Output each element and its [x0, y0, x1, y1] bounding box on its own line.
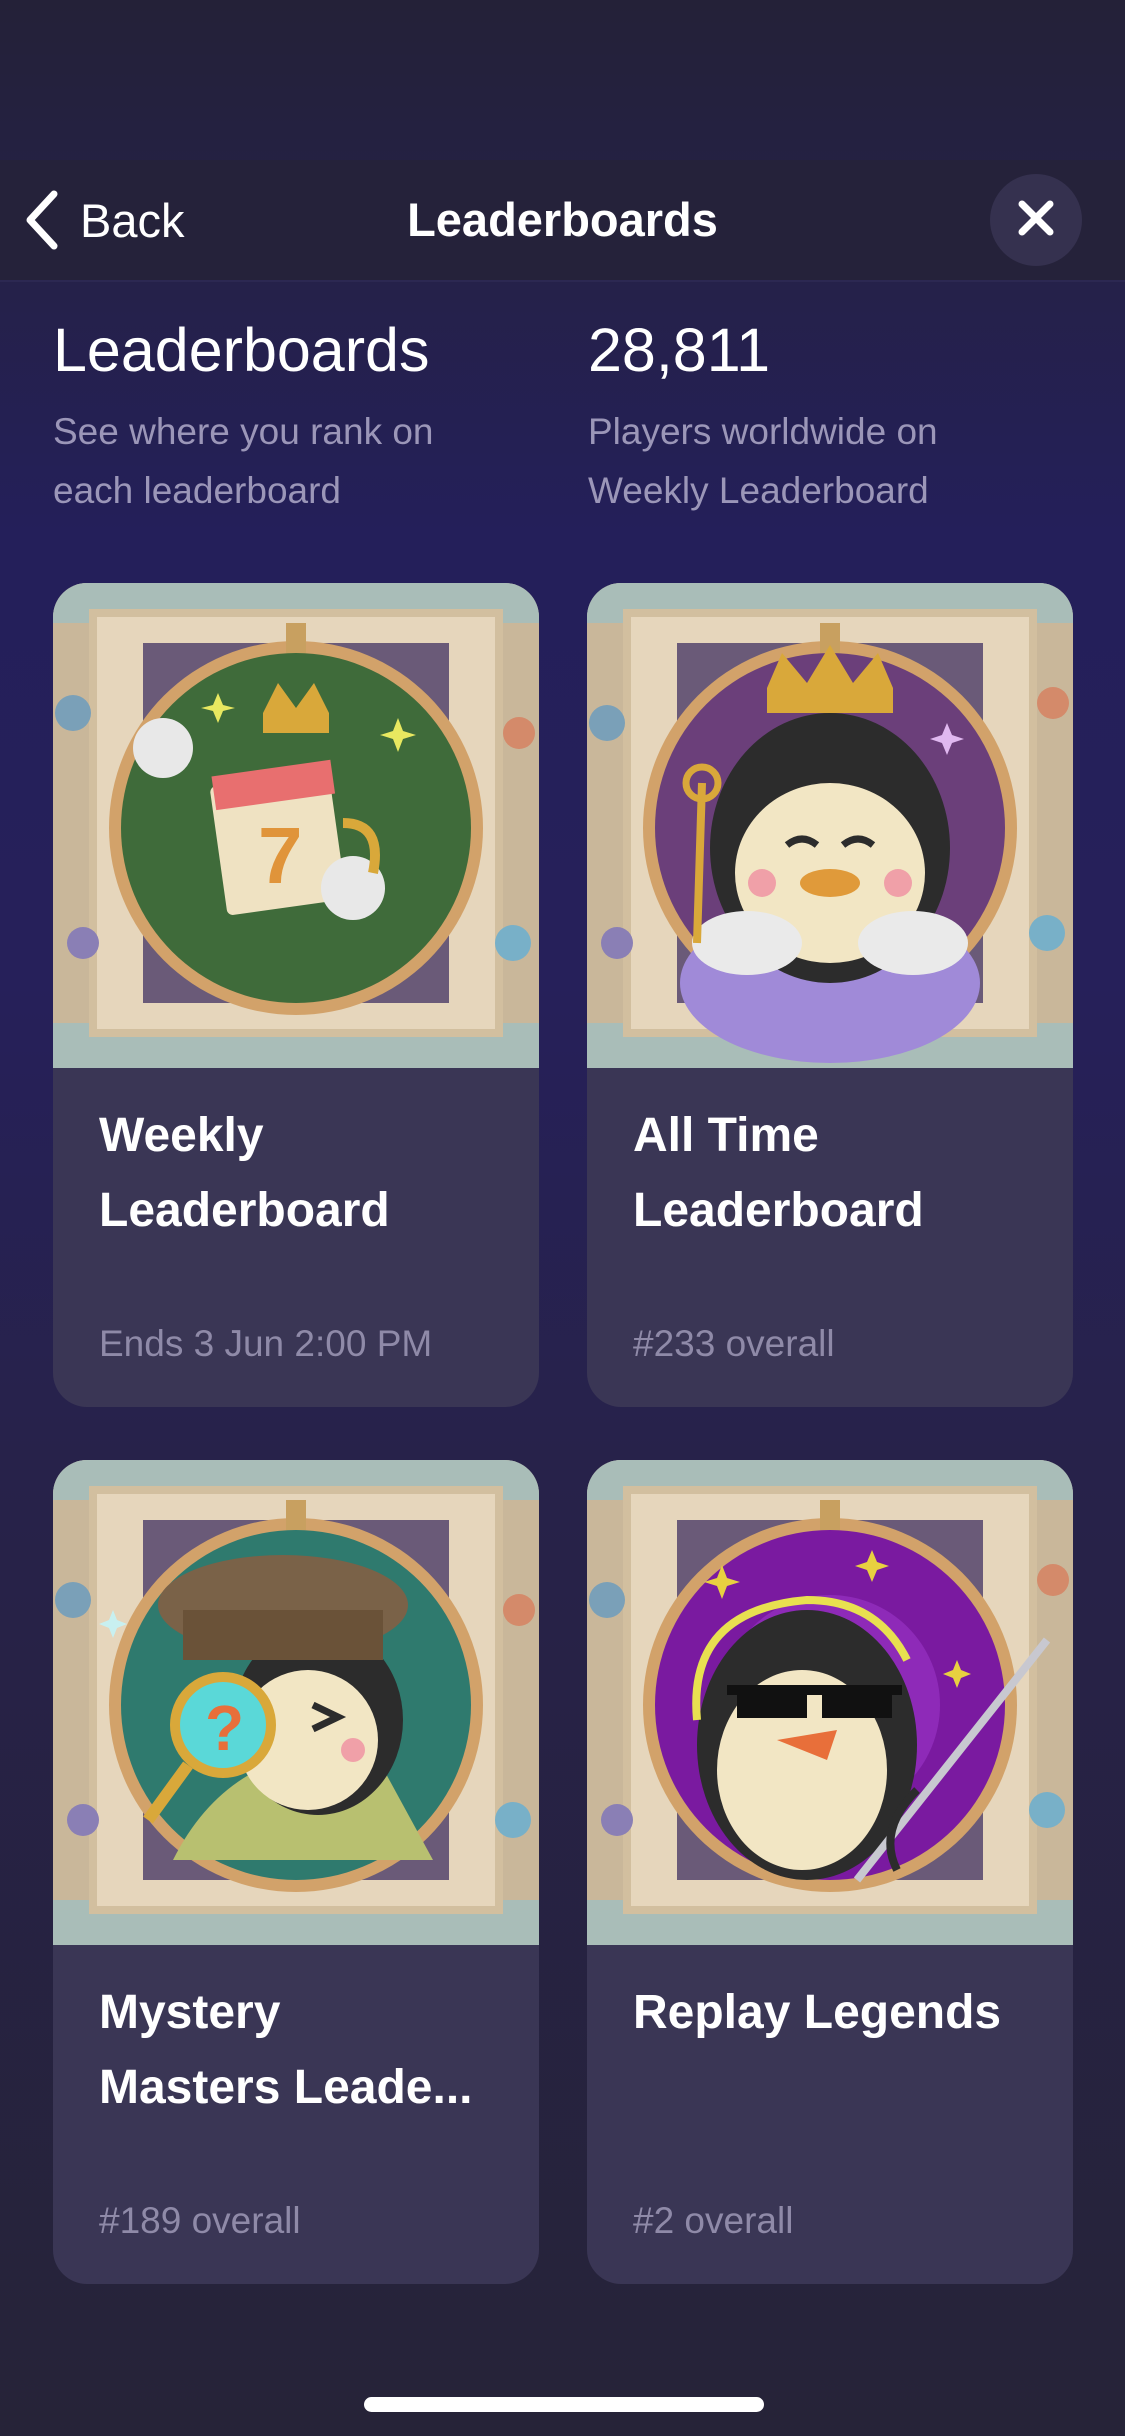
card-subtitle: #2 overall: [633, 2200, 794, 2241]
calendar-7-crown-icon: 7: [53, 583, 539, 1068]
players-description-line: Weekly Leaderboard: [588, 470, 929, 511]
card-title-line: Mystery: [99, 1986, 281, 2039]
svg-text:?: ?: [205, 1692, 244, 1764]
close-icon: [1016, 198, 1056, 243]
card-subtitle: Ends 3 Jun 2:00 PM: [99, 1323, 433, 1364]
weekly-leaderboard-card[interactable]: 7 Weekly Leaderboard Ends 3 Jun 2:00 PM: [53, 583, 539, 1407]
summary-heading: Leaderboards: [53, 316, 430, 384]
card-title-line: Masters Leade...: [99, 2061, 473, 2114]
home-indicator[interactable]: [364, 2397, 764, 2412]
mystery-masters-leaderboard-card[interactable]: ? Mystery Masters Leade... #189 overall: [53, 1460, 539, 2284]
players-count: 28,811: [588, 316, 771, 384]
penguin-king-icon: [587, 583, 1073, 1068]
close-button[interactable]: [990, 174, 1082, 266]
summary-description-line: each leaderboard: [53, 470, 341, 511]
players-count-info: 28,811 Players worldwide on Weekly Leade…: [588, 310, 1088, 520]
card-title: Replay Legends: [633, 1975, 1053, 2050]
card-title: Mystery Masters Leade...: [99, 1975, 519, 2125]
replay-legends-leaderboard-card[interactable]: Replay Legends #2 overall: [587, 1460, 1073, 2284]
card-title-line: Weekly: [99, 1109, 264, 1162]
status-bar: [0, 0, 1125, 160]
navigation-bar: Back Leaderboards: [0, 160, 1125, 282]
summary-description: See where you rank on each leaderboard: [53, 402, 553, 520]
players-description-line: Players worldwide on: [588, 411, 938, 452]
leaderboards-info: Leaderboards See where you rank on each …: [53, 310, 553, 520]
card-title-line: Replay Legends: [633, 1986, 1002, 2039]
card-title: All Time Leaderboard: [633, 1098, 1053, 1248]
card-title-line: Leaderboard: [633, 1184, 924, 1237]
card-subtitle: #189 overall: [99, 2200, 301, 2241]
svg-text:7: 7: [258, 811, 303, 900]
leaderboard-summary: Leaderboards See where you rank on each …: [0, 310, 1125, 530]
penguin-detective-icon: ?: [53, 1460, 539, 1945]
penguin-sunglasses-icon: [587, 1460, 1073, 1945]
card-subtitle: #233 overall: [633, 1323, 835, 1364]
all-time-leaderboard-card[interactable]: All Time Leaderboard #233 overall: [587, 583, 1073, 1407]
card-title-line: Leaderboard: [99, 1184, 390, 1237]
page-title: Leaderboards: [407, 193, 718, 246]
card-title: Weekly Leaderboard: [99, 1098, 519, 1248]
players-count-description: Players worldwide on Weekly Leaderboard: [588, 402, 1088, 520]
leaderboards-screen: Back Leaderboards Leaderboards See where…: [0, 0, 1125, 2436]
summary-description-line: See where you rank on: [53, 411, 434, 452]
card-title-line: All Time: [633, 1109, 819, 1162]
